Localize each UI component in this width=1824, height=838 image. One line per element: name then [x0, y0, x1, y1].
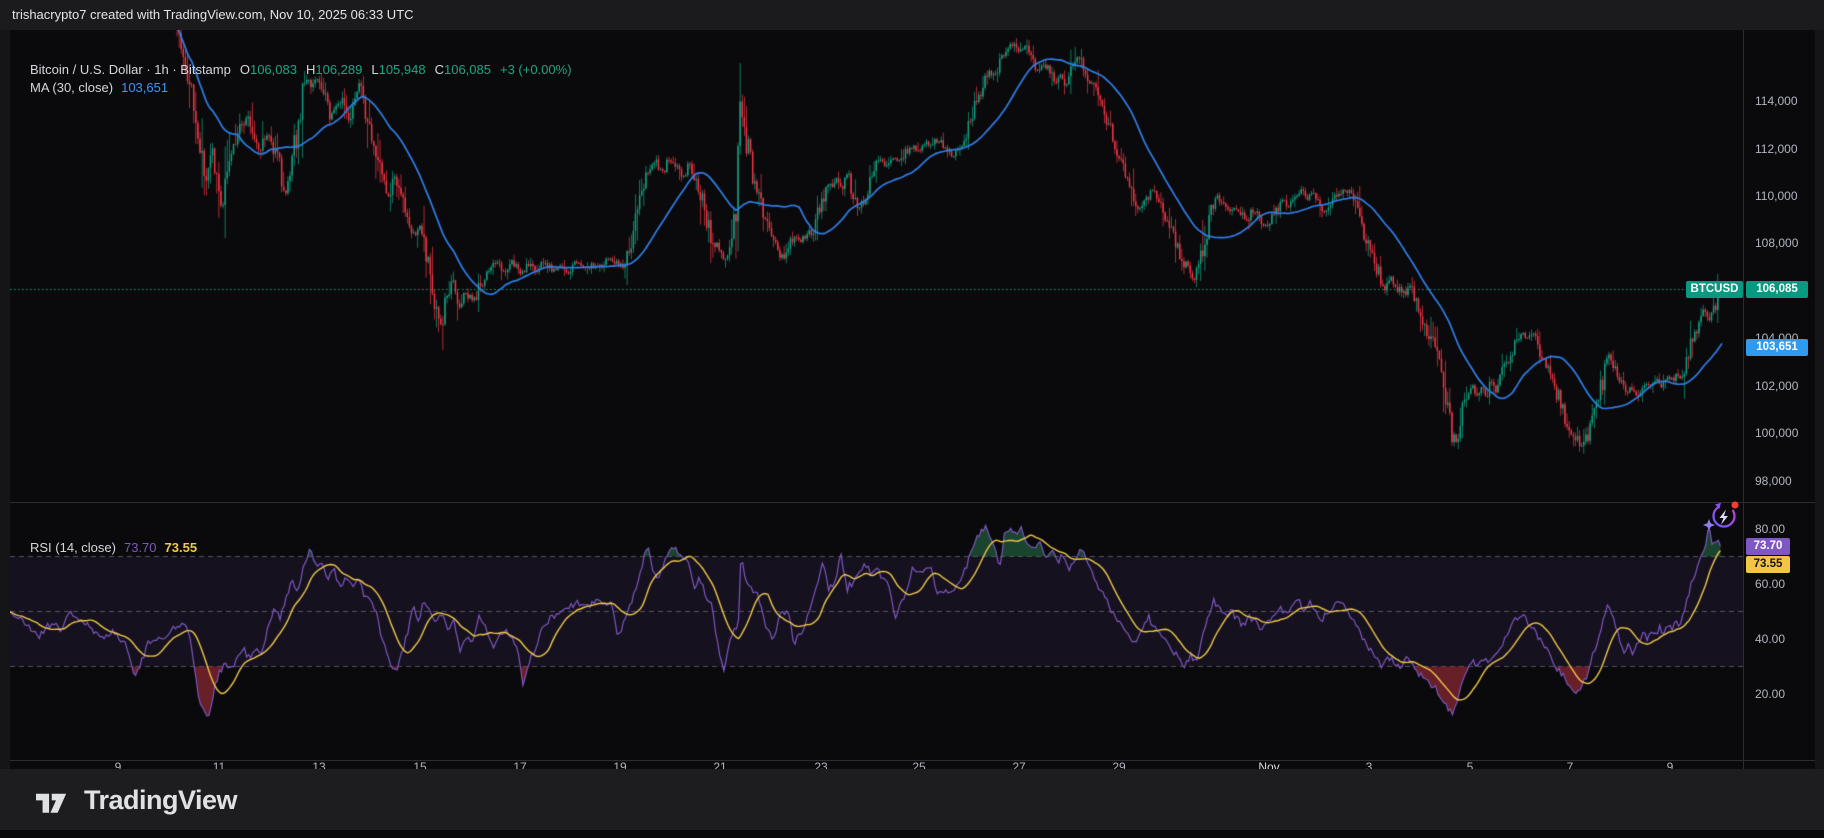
ohlc-open-label: O: [240, 62, 250, 77]
rsi-chart-canvas[interactable]: [10, 502, 1743, 730]
chart-area: Bitcoin / U.S. Dollar · 1h · BitstampO10…: [10, 30, 1815, 769]
ohlc-low-value: 105,948: [379, 62, 426, 77]
price-axis[interactable]: USD 114,000112,000110,000108,000104,0001…: [1743, 30, 1815, 769]
symbol-badge: BTCUSD: [1686, 281, 1743, 298]
footer-bar: TradingView: [0, 769, 1824, 830]
ohlc-close-value: 106,085: [444, 62, 491, 77]
attribution-bar: trishacrypto7 created with TradingView.c…: [0, 0, 1824, 30]
bottom-strip: [0, 830, 1824, 838]
tradingview-logo-text: TradingView: [84, 785, 237, 816]
rsi-legend-ma-value: 73.55: [165, 540, 198, 555]
ma-legend-label[interactable]: MA (30, close): [30, 80, 113, 95]
lightning-refresh-icon[interactable]: [1702, 498, 1744, 534]
price-axis-label: 100,000: [1755, 426, 1798, 440]
ohlc-open-value: 106,083: [250, 62, 297, 77]
attribution-text: trishacrypto7 created with TradingView.c…: [12, 7, 414, 22]
price-axis-label: 108,000: [1755, 236, 1798, 250]
rsi-axis-label: 40.00: [1755, 632, 1785, 646]
ma-price-badge: 103,651: [1746, 339, 1808, 356]
rsi-value-badge: 73.70: [1746, 538, 1790, 555]
rsi-axis-label: 20.00: [1755, 687, 1785, 701]
ohlc-high-label: H: [306, 62, 315, 77]
rsi-legend-label[interactable]: RSI (14, close): [30, 540, 116, 555]
ohlc-high-value: 106,289: [315, 62, 362, 77]
sparkle-icon: [1703, 519, 1715, 531]
tradingview-logo[interactable]: TradingView: [36, 785, 237, 816]
rsi-ma-value-badge: 73.55: [1746, 556, 1790, 573]
last-price-badge: 106,085: [1746, 281, 1808, 298]
rsi-legend-line-value: 73.70: [124, 540, 157, 555]
price-axis-label: 102,000: [1755, 379, 1798, 393]
price-axis-label: 110,000: [1755, 189, 1798, 203]
rsi-axis-label: 80.00: [1755, 522, 1785, 536]
price-axis-label: 114,000: [1755, 94, 1798, 108]
rsi-axis-label: 60.00: [1755, 577, 1785, 591]
ma-legend-row: MA (30, close) 103,651: [30, 80, 168, 95]
price-axis-label: 98,000: [1755, 474, 1792, 488]
rsi-legend-row: RSI (14, close) 73.70 73.55: [30, 540, 197, 555]
symbol-legend-row: Bitcoin / U.S. Dollar · 1h · BitstampO10…: [30, 62, 572, 77]
tradingview-logo-mark: [36, 789, 74, 813]
legend-symbol-title[interactable]: Bitcoin / U.S. Dollar · 1h · Bitstamp: [30, 62, 231, 77]
pane-divider[interactable]: [10, 502, 1815, 503]
ma-legend-value: 103,651: [121, 80, 168, 95]
notification-dot: [1732, 502, 1739, 509]
price-axis-label: 112,000: [1755, 142, 1798, 156]
ohlc-low-label: L: [371, 62, 378, 77]
change-value: +3 (+0.00%): [500, 62, 572, 77]
price-chart-canvas[interactable]: [10, 30, 1743, 502]
lightning-bolt-icon: [1720, 510, 1728, 526]
ohlc-close-label: C: [435, 62, 444, 77]
